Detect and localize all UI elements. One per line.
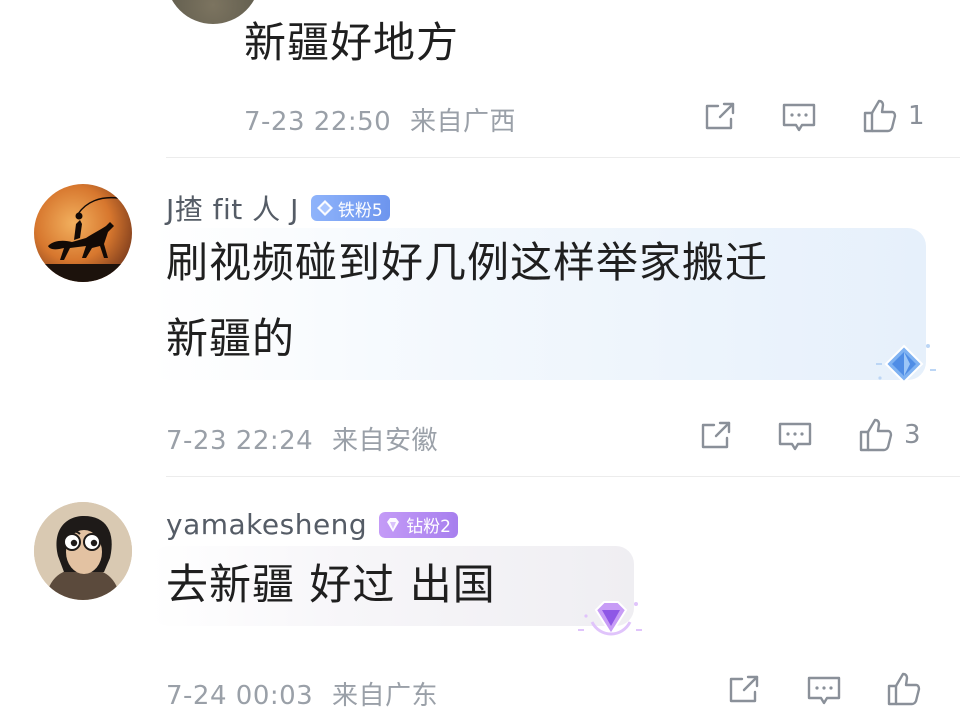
like-button[interactable] <box>886 671 932 707</box>
fan-badge-label: 铁粉5 <box>337 200 383 221</box>
like-icon <box>887 672 921 706</box>
share-icon <box>701 421 731 449</box>
share-icon <box>729 675 759 703</box>
like-icon <box>859 418 893 452</box>
fan-badge[interactable]: 钻粉2 <box>379 511 459 538</box>
fan-badge-label: 钻粉2 <box>406 517 452 537</box>
comment-location: 来自广西 <box>409 107 516 137</box>
like-button[interactable]: 1 <box>862 98 925 134</box>
like-count: 1 <box>908 101 925 131</box>
comment-time: 7-23 22:24 <box>166 426 314 456</box>
horse-rider-silhouette <box>44 196 122 282</box>
share-button[interactable] <box>727 673 761 707</box>
comment-location: 来自广东 <box>331 681 438 711</box>
comment-meta: 7-24 00:03 来自广东 <box>166 675 438 712</box>
fan-badge[interactable]: 铁粉5 <box>310 195 390 221</box>
avatar[interactable] <box>34 502 132 600</box>
avatar[interactable] <box>34 184 132 282</box>
comment-time: 7-23 22:50 <box>244 107 392 137</box>
reply-button[interactable] <box>777 420 813 454</box>
username-row: yamakesheng 钻粉2 <box>166 508 459 541</box>
comment-meta: 7-23 22:50 来自广西 <box>244 101 516 138</box>
diamond-gem-icon <box>876 344 936 384</box>
like-button[interactable]: 3 <box>858 417 921 453</box>
divider <box>166 476 960 477</box>
like-icon <box>863 99 897 133</box>
comment-icon <box>807 676 841 705</box>
reply-button[interactable] <box>806 674 842 708</box>
comment-meta: 7-23 22:24 来自安徽 <box>166 420 438 457</box>
comment-text-line: 刷视频碰到好几例这样举家搬迁 <box>166 238 769 287</box>
diamond-gem-icon <box>387 517 400 532</box>
person-avatar-illustration <box>34 502 132 600</box>
diamond-gem-icon <box>316 200 333 216</box>
comment-location: 来自安徽 <box>331 426 438 456</box>
reply-button[interactable] <box>781 101 817 135</box>
comment-icon <box>778 422 812 451</box>
comment-icon <box>782 103 816 132</box>
comment-text-line: 新疆的 <box>166 314 296 363</box>
share-button[interactable] <box>699 419 733 453</box>
comment-text: 去新疆 好过 出国 <box>166 560 496 609</box>
diamond-gem-icon <box>578 601 642 636</box>
username[interactable]: J揸 fit 人 J <box>166 188 299 228</box>
like-count: 3 <box>904 420 921 450</box>
comment-text: 新疆好地方 <box>244 18 460 67</box>
username-row: J揸 fit 人 J 铁粉5 <box>166 188 390 228</box>
divider <box>166 157 960 158</box>
share-button[interactable] <box>703 100 737 134</box>
comment-time: 7-24 00:03 <box>166 681 314 711</box>
username[interactable]: yamakesheng <box>166 508 367 541</box>
share-icon <box>705 102 735 130</box>
